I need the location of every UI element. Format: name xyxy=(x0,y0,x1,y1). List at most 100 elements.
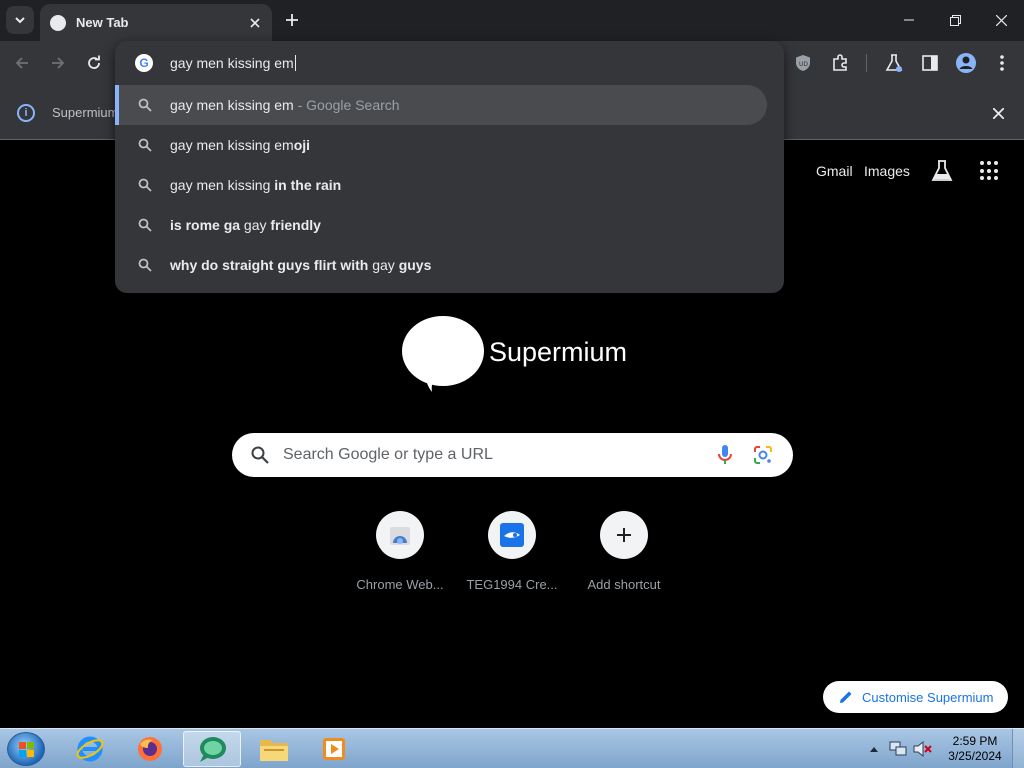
suggestion-text-part: why do straight guys flirt with xyxy=(170,257,373,273)
omnibox-suggestion[interactable]: is rome ga gay friendly xyxy=(115,205,784,245)
reload-button[interactable] xyxy=(80,49,108,77)
omnibox-suggestion[interactable]: gay men kissing emoji xyxy=(115,125,784,165)
taskbar-supermium[interactable] xyxy=(183,731,241,767)
shortcut-teg1994[interactable]: TEG1994 Cre... xyxy=(456,511,568,592)
flask-icon[interactable] xyxy=(931,160,953,182)
suggestion-text: gay men kissing in the rain xyxy=(170,177,341,193)
start-button[interactable] xyxy=(7,732,45,766)
suggestion-text-part: gay men kissing xyxy=(170,177,275,193)
close-icon xyxy=(250,17,260,28)
restore-button[interactable] xyxy=(932,0,978,40)
search-icon xyxy=(251,446,269,464)
arrow-right-icon xyxy=(52,57,65,69)
address-bar[interactable]: G gay men kissing em xyxy=(115,41,784,85)
show-desktop-button[interactable] xyxy=(1012,729,1024,768)
volume-muted-icon[interactable] xyxy=(913,740,933,758)
suggestion-text-part: is rome ga xyxy=(170,217,244,233)
taskbar-internet-explorer[interactable] xyxy=(61,731,119,767)
svg-text:UD: UD xyxy=(799,61,808,68)
google-apps-icon[interactable] xyxy=(980,161,1000,181)
omnibox-suggestion[interactable]: gay men kissing em - Google Search xyxy=(115,85,767,125)
microphone-icon[interactable] xyxy=(718,445,732,465)
taskbar-file-explorer[interactable] xyxy=(245,731,303,767)
minimize-button[interactable] xyxy=(886,0,932,40)
tab-favicon xyxy=(50,14,66,31)
labs-button[interactable] xyxy=(880,49,908,77)
toolbar-divider xyxy=(866,54,867,72)
media-player-icon xyxy=(323,738,345,760)
google-icon: G xyxy=(135,54,153,72)
avatar-icon xyxy=(956,53,976,73)
omnibox-suggestion[interactable]: why do straight guys flirt with gay guys xyxy=(115,245,784,285)
taskbar-firefox[interactable] xyxy=(121,731,179,767)
clock-date: 3/25/2024 xyxy=(948,749,1002,763)
close-icon xyxy=(992,107,1004,119)
pencil-icon xyxy=(840,691,852,703)
logo-tail-shape xyxy=(425,370,442,392)
shortcut-icon xyxy=(376,511,424,559)
plus-icon xyxy=(286,14,298,26)
omnibox-suggestion[interactable]: gay men kissing in the rain xyxy=(115,165,784,205)
search-icon xyxy=(138,98,152,112)
taskbar-media-player[interactable] xyxy=(305,731,363,767)
close-window-button[interactable] xyxy=(978,0,1024,40)
new-tab-button[interactable] xyxy=(280,8,304,32)
supermium-icon xyxy=(200,737,226,762)
extensions-button[interactable] xyxy=(826,49,854,77)
address-bar-input[interactable]: gay men kissing em xyxy=(170,55,296,71)
suggestion-text-part: gay xyxy=(372,257,395,273)
gmail-link[interactable]: Gmail xyxy=(816,163,853,179)
forward-button[interactable] xyxy=(44,49,72,77)
plus-icon xyxy=(617,528,631,542)
more-vert-icon xyxy=(1000,55,1004,71)
folder-icon xyxy=(260,740,288,761)
puzzle-icon xyxy=(833,54,847,71)
google-lens-icon[interactable] xyxy=(753,445,773,465)
shortcut-chrome-web-store[interactable]: Chrome Web... xyxy=(344,511,456,592)
suggestion-text: why do straight guys flirt with gay guys xyxy=(170,257,431,273)
shortcut-add[interactable]: Add shortcut xyxy=(568,511,680,592)
search-placeholder: Search Google or type a URL xyxy=(283,446,493,463)
tab-new-tab[interactable]: New Tab xyxy=(40,4,272,41)
suggestion-text-part: - Google Search xyxy=(293,97,400,113)
suggestion-text-part: oji xyxy=(293,137,311,153)
minimize-icon xyxy=(904,19,914,21)
shield-icon: UD xyxy=(796,55,810,71)
suggestion-text-part: in the rain xyxy=(274,177,342,193)
suggestion-text-part: gay men kissing em xyxy=(170,137,294,153)
web-store-icon xyxy=(390,527,410,545)
customise-label: Customise Supermium xyxy=(862,689,994,705)
logo-text: Supermium xyxy=(489,337,628,367)
shortcut-icon xyxy=(600,511,648,559)
windows-logo-icon xyxy=(19,742,34,757)
site-favicon-icon xyxy=(500,523,524,547)
internet-explorer-icon xyxy=(76,736,104,762)
taskbar: 2:59 PM 3/25/2024 xyxy=(0,728,1024,768)
profile-button[interactable] xyxy=(952,49,980,77)
side-panel-button[interactable] xyxy=(916,49,944,77)
flask-icon xyxy=(885,54,903,72)
customise-button[interactable]: Customise Supermium xyxy=(823,681,1008,713)
images-link[interactable]: Images xyxy=(864,163,910,179)
search-icon xyxy=(138,178,152,192)
arrow-left-icon xyxy=(15,57,28,69)
search-icon xyxy=(138,138,152,152)
tab-close-button[interactable] xyxy=(244,12,266,34)
shortcut-icon xyxy=(488,511,536,559)
menu-button[interactable] xyxy=(988,49,1016,77)
info-icon: i xyxy=(17,104,35,122)
show-hidden-icons-icon[interactable] xyxy=(869,745,879,753)
ntp-search-box[interactable]: Search Google or type a URL xyxy=(232,433,793,477)
tab-search-button[interactable] xyxy=(6,6,34,34)
shortcut-label: Chrome Web... xyxy=(356,577,444,592)
system-clock[interactable]: 2:59 PM 3/25/2024 xyxy=(944,734,1006,764)
suggestion-text-part: guys xyxy=(394,257,432,273)
info-bar-close-button[interactable] xyxy=(988,103,1008,123)
firefox-icon xyxy=(138,737,162,761)
back-button[interactable] xyxy=(8,49,36,77)
network-icon[interactable] xyxy=(889,740,907,758)
omnibox-dropdown: G gay men kissing em gay men kissing em … xyxy=(115,41,784,293)
close-icon xyxy=(995,14,1007,26)
info-bar-text: Supermium xyxy=(52,105,119,120)
ublock-extension-button[interactable]: UD xyxy=(789,49,817,77)
